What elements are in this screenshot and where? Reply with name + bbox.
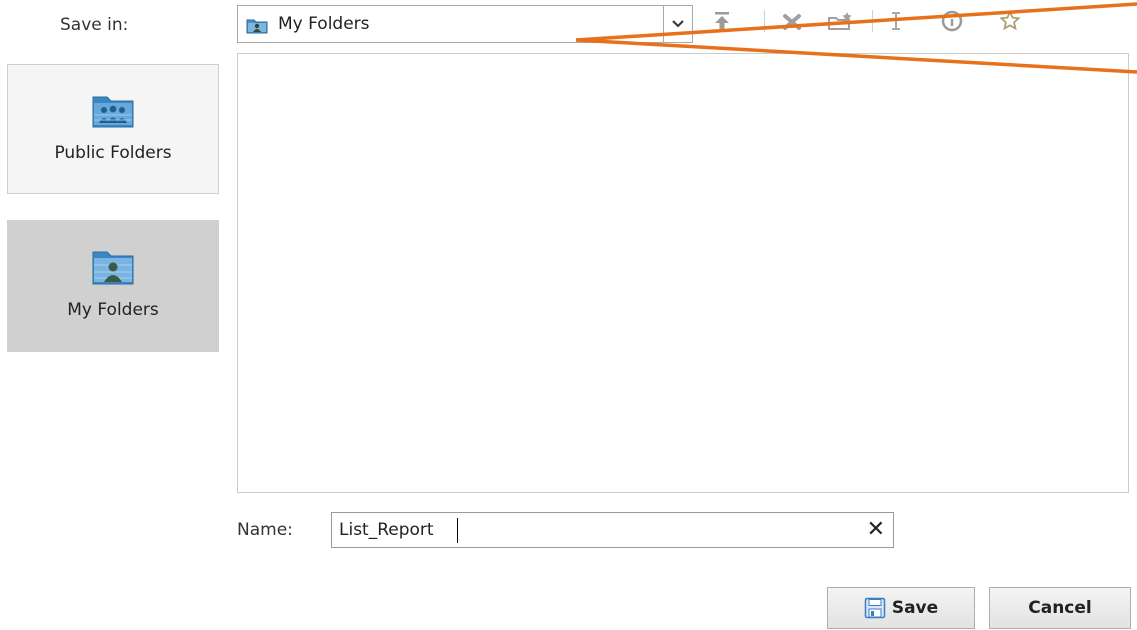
- delete-icon[interactable]: [780, 10, 804, 32]
- file-list[interactable]: [237, 53, 1129, 493]
- place-my-folders[interactable]: My Folders: [7, 220, 219, 352]
- favorite-icon[interactable]: [998, 10, 1022, 32]
- save-button-label: Save: [891, 598, 939, 618]
- public-folders-icon: [91, 91, 135, 133]
- place-label-my-folders: My Folders: [67, 300, 159, 320]
- cancel-button[interactable]: Cancel: [989, 587, 1131, 629]
- save-in-value: My Folders: [278, 14, 370, 34]
- clear-icon[interactable]: ✕: [867, 516, 885, 544]
- move-up-icon[interactable]: [710, 10, 734, 32]
- my-folders-icon: [246, 17, 268, 34]
- place-public-folders[interactable]: Public Folders: [7, 64, 219, 194]
- rename-icon[interactable]: [884, 10, 908, 32]
- name-input-value: List_Report: [339, 520, 434, 540]
- toolbar-separator: [764, 10, 765, 32]
- save-in-dropdown[interactable]: My Folders: [237, 5, 693, 43]
- chevron-down-icon[interactable]: [663, 6, 692, 42]
- properties-icon[interactable]: [940, 10, 964, 32]
- save-button[interactable]: Save: [827, 587, 975, 629]
- new-folder-icon[interactable]: [826, 10, 856, 32]
- toolbar-separator: [872, 10, 873, 32]
- text-caret: [457, 518, 458, 543]
- my-folders-icon: [91, 246, 135, 290]
- cancel-button-label: Cancel: [1028, 598, 1092, 618]
- save-in-label: Save in:: [60, 15, 129, 35]
- name-input[interactable]: List_Report ✕: [331, 512, 894, 548]
- place-label-public-folders: Public Folders: [54, 143, 172, 163]
- save-icon: [864, 597, 886, 619]
- name-label: Name:: [237, 520, 293, 540]
